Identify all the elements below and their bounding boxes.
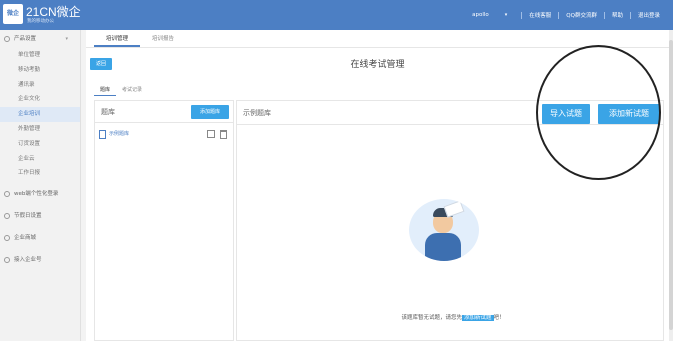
sidebar-group-mall[interactable]: 企业商城 [0,229,80,247]
person-body [425,233,461,261]
sidebar-group-product-settings[interactable]: 产品设置 ▾ [0,30,80,48]
settings-icon [4,36,10,42]
question-bank-header: 题库 添加题库 [95,101,233,123]
list-item[interactable]: 示例题库 [95,127,233,143]
sidebar-group-web-login[interactable]: web端个性化登录 [0,185,80,203]
sidebar-group-label: 节假日设置 [14,213,42,220]
sidebar-item-culture[interactable]: 企业文化 [0,92,80,107]
sidebar-item-field-work[interactable]: 外勤管理 [0,122,80,137]
app-logo[interactable]: 微企 [3,4,23,24]
tab-training-report[interactable]: 培训报告 [140,30,186,47]
logout-link[interactable]: 退出登录 [631,11,667,19]
primary-tabs: 培训管理 培训报告 [86,30,669,48]
sidebar-group-label: 企业商城 [14,235,37,242]
tab-training-management[interactable]: 培训管理 [94,30,141,47]
globe-icon [4,191,10,198]
question-bank-title: 题库 [101,108,115,116]
chevron-down-icon: ▾ [65,36,68,42]
paper-icon [443,200,465,218]
online-service-link[interactable]: 在线客服 [522,11,558,19]
shop-icon [4,235,10,242]
qq-group-link[interactable]: QQ群交流群 [559,11,604,19]
annotation-circle [536,45,661,180]
question-bank-panel: 题库 添加题库 示例题库 [94,100,234,341]
sidebar-item-order-settings[interactable]: 订货设置 [0,137,80,152]
sidebar-item-unit-management[interactable]: 单位管理 [0,48,80,63]
tab-question-bank[interactable]: 题库 [94,85,117,96]
empty-state-prefix: 该题库暂无试题，请您先 [401,315,462,321]
top-bar: 微企 21CN微企 我的移动办公 apollo ▾ 在线客服 QQ群交流群 帮助 … [0,0,673,30]
back-button[interactable]: 返回 [90,58,112,70]
edit-icon[interactable] [207,130,215,138]
brand-subtitle: 我的移动办公 [27,19,54,24]
chevron-down-icon: ▾ [504,12,508,18]
question-bank-name[interactable]: 示例题库 [109,130,129,137]
sidebar: 产品设置 ▾ 单位管理 移动考勤 通讯录 企业文化 企业培训 外勤管理 订货设置… [0,30,81,341]
trash-icon[interactable] [220,130,227,139]
tab-exam-records[interactable]: 考试记录 [116,85,148,96]
sidebar-group-label: 产品设置 [14,36,37,42]
secondary-tabs: 题库 考试记录 [94,85,148,96]
sidebar-item-cloud[interactable]: 企业云 [0,152,80,167]
sidebar-group-enterprise-account[interactable]: 接入企业号 [0,251,80,269]
username: apollo [472,12,489,18]
sidebar-item-daily-report[interactable]: 工作日报 [0,166,80,181]
sidebar-group-label: web端个性化登录 [14,191,59,198]
sample-bank-title: 示例题库 [243,109,271,117]
user-menu[interactable]: apollo ▾ [458,12,521,18]
empty-state-illustration [409,199,479,261]
sidebar-group-label: 接入企业号 [14,257,42,264]
sidebar-group-holidays[interactable]: 节假日设置 [0,207,80,225]
add-question-bank-button[interactable]: 添加题库 [191,105,229,119]
document-icon [99,130,106,139]
help-link[interactable]: 帮助 [605,11,630,19]
empty-state-suffix: 吧！ [493,315,505,321]
calendar-icon [4,213,10,220]
sidebar-item-training[interactable]: 企业培训 [0,107,80,122]
add-new-question-link[interactable]: 添加新试题 [461,315,494,321]
page-scrollbar[interactable] [669,30,673,341]
scrollbar-thumb[interactable] [669,40,673,330]
link-icon [4,257,10,264]
empty-state-message: 该题库暂无试题，请您先 添加新试题 吧！ [353,313,553,321]
sidebar-item-attendance[interactable]: 移动考勤 [0,63,80,78]
sidebar-item-contacts[interactable]: 通讯录 [0,78,80,93]
top-nav: apollo ▾ 在线客服 QQ群交流群 帮助 退出登录 [458,11,667,19]
